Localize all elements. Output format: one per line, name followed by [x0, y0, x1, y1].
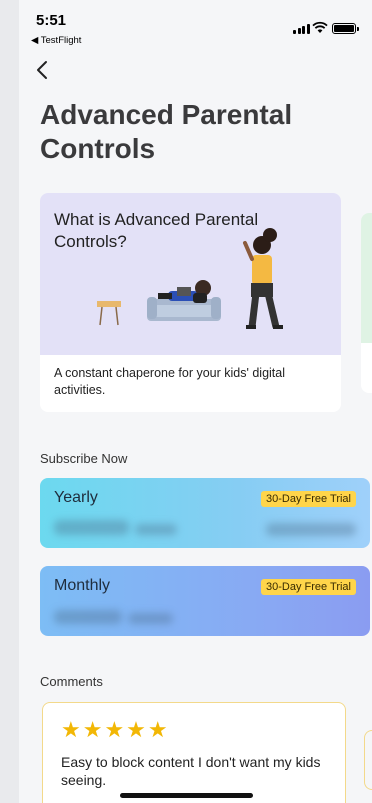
- back-chevron-icon[interactable]: [31, 58, 55, 82]
- feature-card-description: A constant chaperone for your kids' digi…: [54, 366, 285, 397]
- price-note-redacted: [135, 524, 177, 535]
- yearly-plan-button[interactable]: Yearly 30-Day Free Trial: [40, 478, 370, 548]
- wifi-icon: [312, 21, 328, 33]
- review-card: ★★★★★ Easy to block content I don't want…: [42, 702, 346, 803]
- next-feature-card[interactable]: [361, 213, 372, 393]
- subscribe-section-label: Subscribe Now: [40, 451, 128, 466]
- next-review-card[interactable]: [364, 730, 372, 790]
- feature-illustration: What is Advanced Parental Controls?: [40, 193, 341, 355]
- family-illustration: [97, 228, 283, 329]
- page-title: Advanced Parental Controls: [40, 99, 293, 164]
- review-text: Easy to block content I don't want my ki…: [61, 754, 321, 788]
- app-screen: 5:51 ◀ TestFlight Advanced Parental Cont…: [19, 0, 372, 803]
- free-trial-badge: 30-Day Free Trial: [261, 579, 356, 595]
- cellular-signal-icon: [293, 24, 310, 34]
- status-time: 5:51: [36, 12, 67, 29]
- plan-name: Yearly: [54, 489, 98, 506]
- status-bar: 5:51 ◀ TestFlight: [19, 0, 372, 50]
- price-redacted: [54, 520, 129, 535]
- free-trial-badge: 30-Day Free Trial: [261, 491, 356, 507]
- monthly-plan-button[interactable]: Monthly 30-Day Free Trial: [40, 566, 370, 636]
- price-redacted: [54, 610, 122, 624]
- plan-name: Monthly: [54, 577, 111, 594]
- feature-card[interactable]: What is Advanced Parental Controls? A co…: [40, 193, 341, 412]
- back-to-testflight-link[interactable]: ◀ TestFlight: [31, 35, 81, 46]
- five-star-rating-icon: ★★★★★: [61, 717, 170, 742]
- home-indicator[interactable]: [120, 793, 253, 798]
- comments-section-label: Comments: [40, 674, 103, 689]
- price-note-redacted: [128, 613, 173, 624]
- battery-icon: [332, 23, 359, 34]
- savings-redacted: [266, 523, 356, 536]
